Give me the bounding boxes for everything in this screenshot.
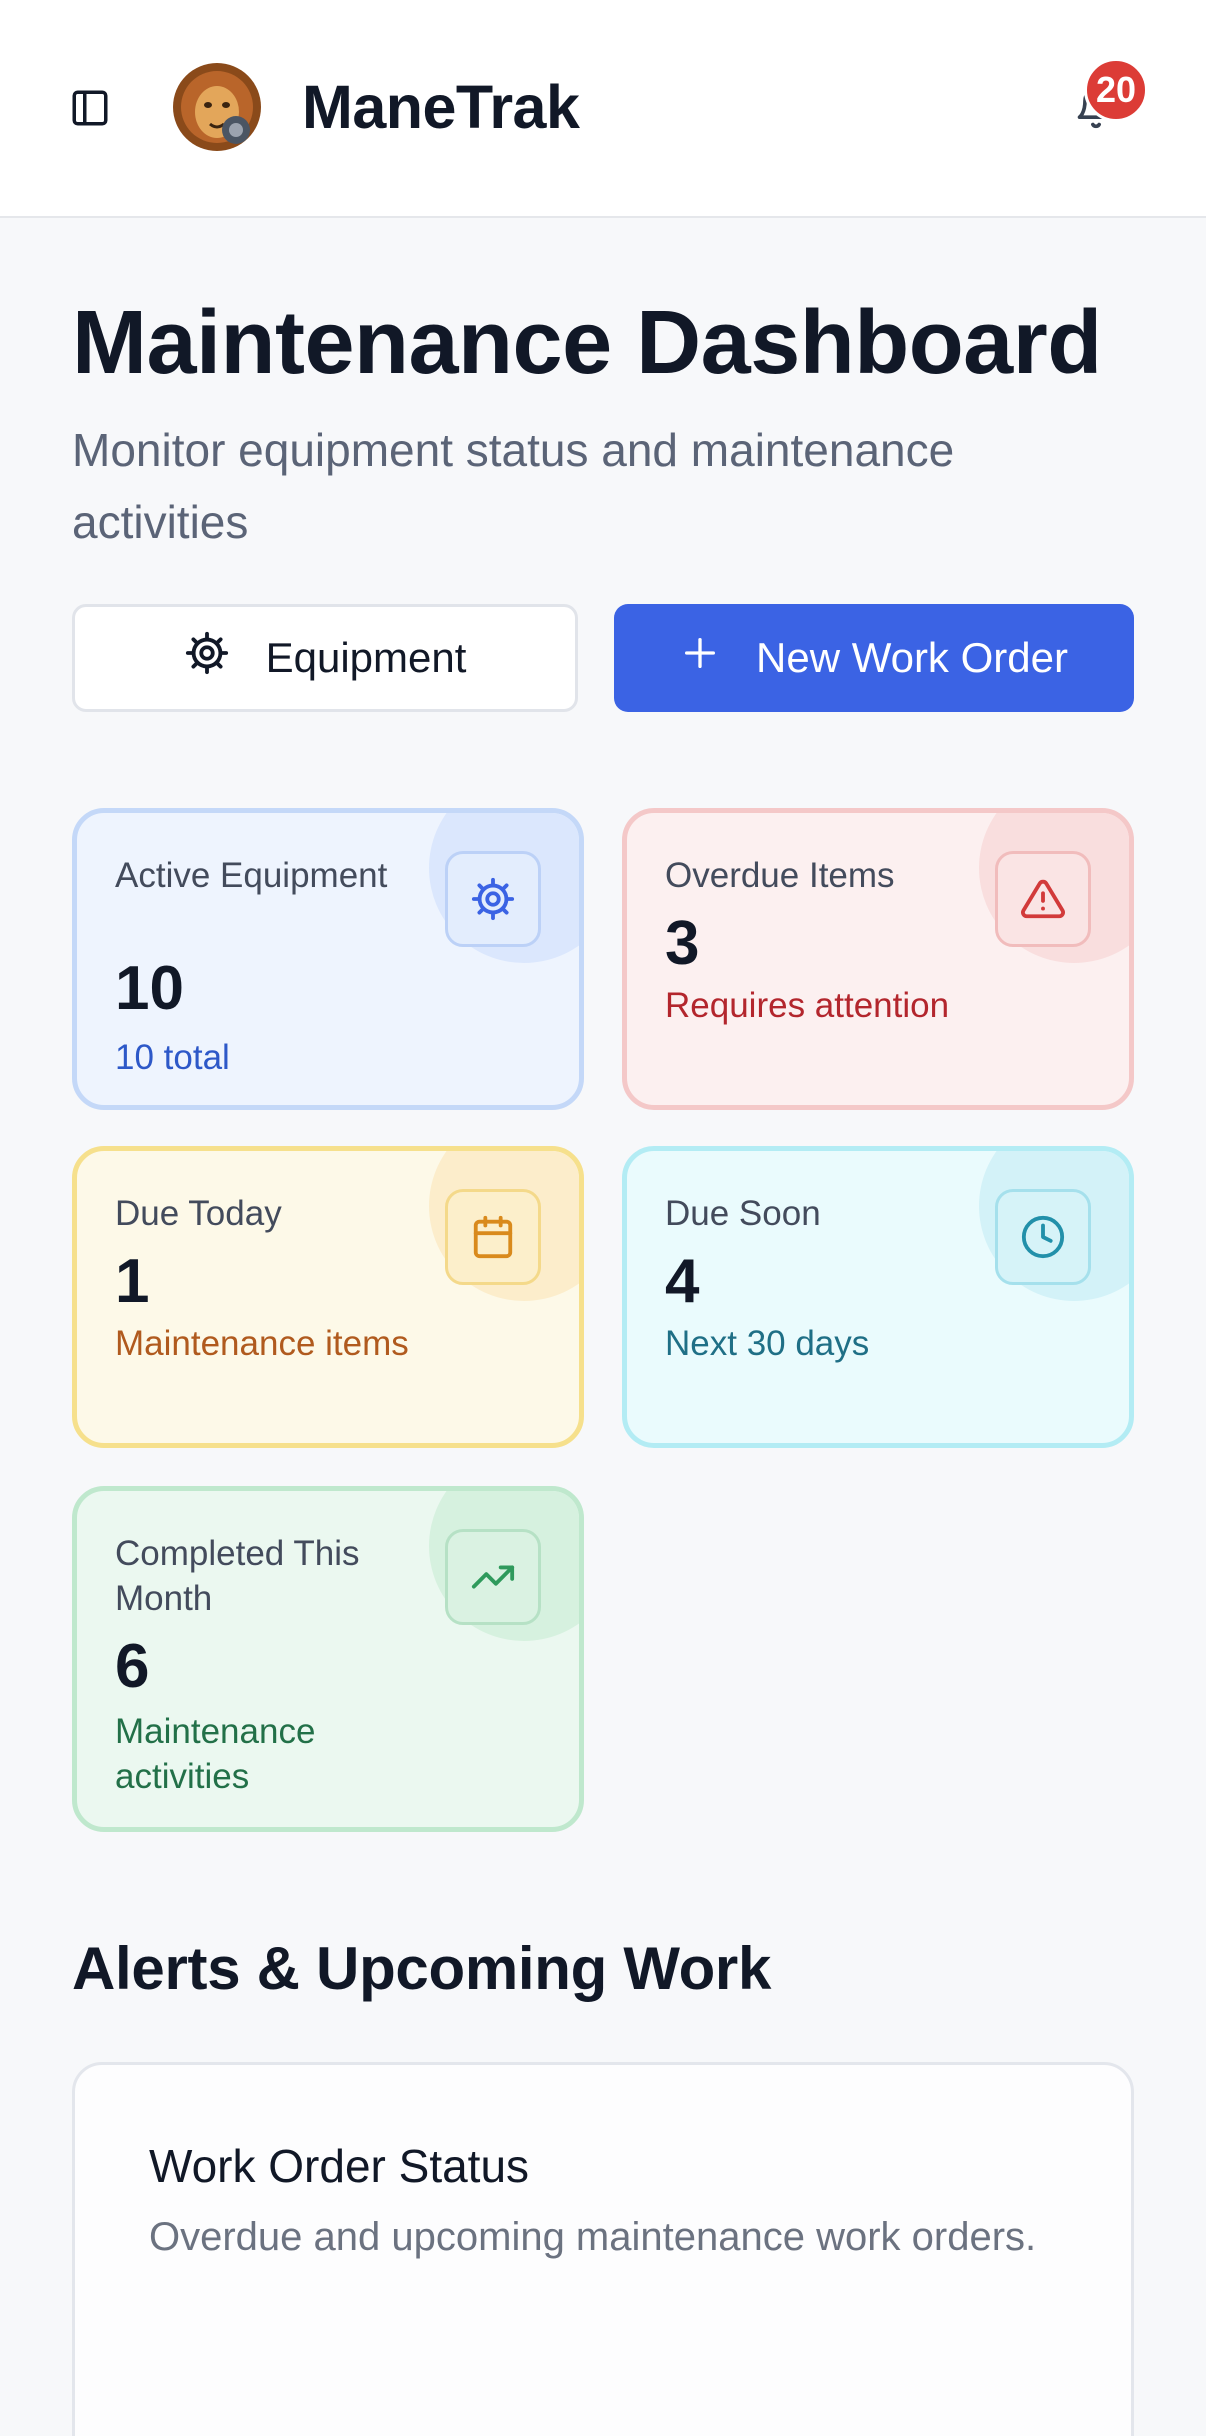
- stat-card-due-soon[interactable]: Due Soon 4 Next 30 days: [622, 1146, 1134, 1448]
- stat-card-overdue[interactable]: Overdue Items 3 Requires attention: [622, 808, 1134, 1110]
- gear-icon: [184, 630, 230, 686]
- stat-note: Maintenance items: [115, 1324, 409, 1363]
- app-title: ManeTrak: [302, 73, 580, 141]
- equipment-button-label: Equipment: [265, 634, 467, 681]
- stat-label: Due Soon: [665, 1194, 821, 1233]
- plus-icon: [680, 633, 720, 683]
- gear-icon: [445, 851, 541, 947]
- stat-note: Requires attention: [665, 986, 950, 1025]
- stat-card-due-today[interactable]: Due Today 1 Maintenance items: [72, 1146, 584, 1448]
- stat-label: Completed This Month: [115, 1534, 360, 1618]
- stat-value: 3: [665, 909, 700, 978]
- stat-label: Overdue Items: [665, 856, 895, 895]
- top-header: ManeTrak 20: [0, 0, 1206, 218]
- new-work-order-label: New Work Order: [756, 634, 1068, 681]
- notification-badge[interactable]: 20: [1084, 58, 1148, 122]
- stat-value: 6: [115, 1632, 150, 1701]
- equipment-button[interactable]: Equipment: [72, 604, 578, 712]
- sidebar-toggle-icon[interactable]: [62, 80, 118, 136]
- clock-icon: [995, 1189, 1091, 1285]
- alert-triangle-icon: [995, 851, 1091, 947]
- stat-label: Due Today: [115, 1194, 282, 1233]
- work-order-status-subtitle: Overdue and upcoming maintenance work or…: [149, 2215, 1037, 2259]
- work-order-status-card: Work Order Status Overdue and upcoming m…: [72, 2062, 1134, 2436]
- page-subtitle: Monitor equipment status and maintenance…: [72, 424, 955, 548]
- stat-card-completed[interactable]: Completed This Month 6 Maintenance activ…: [72, 1486, 584, 1832]
- work-order-status-title: Work Order Status: [149, 2140, 530, 2192]
- trending-up-icon: [445, 1529, 541, 1625]
- stat-note: Next 30 days: [665, 1324, 870, 1363]
- stat-card-active-equipment[interactable]: Active Equipment 10 10 total: [72, 808, 584, 1110]
- stat-value: 4: [665, 1247, 700, 1316]
- lion-logo-icon[interactable]: [170, 60, 264, 154]
- stat-note: Maintenance activities: [115, 1712, 316, 1796]
- stat-label: Active Equipment: [115, 856, 388, 895]
- stat-value: 10: [115, 954, 184, 1023]
- stat-note: 10 total: [115, 1038, 230, 1077]
- alerts-section-title: Alerts & Upcoming Work: [72, 1935, 772, 2002]
- new-work-order-button[interactable]: New Work Order: [614, 604, 1134, 712]
- stat-value: 1: [115, 1247, 150, 1316]
- calendar-icon: [445, 1189, 541, 1285]
- page-title: Maintenance Dashboard: [72, 293, 1102, 393]
